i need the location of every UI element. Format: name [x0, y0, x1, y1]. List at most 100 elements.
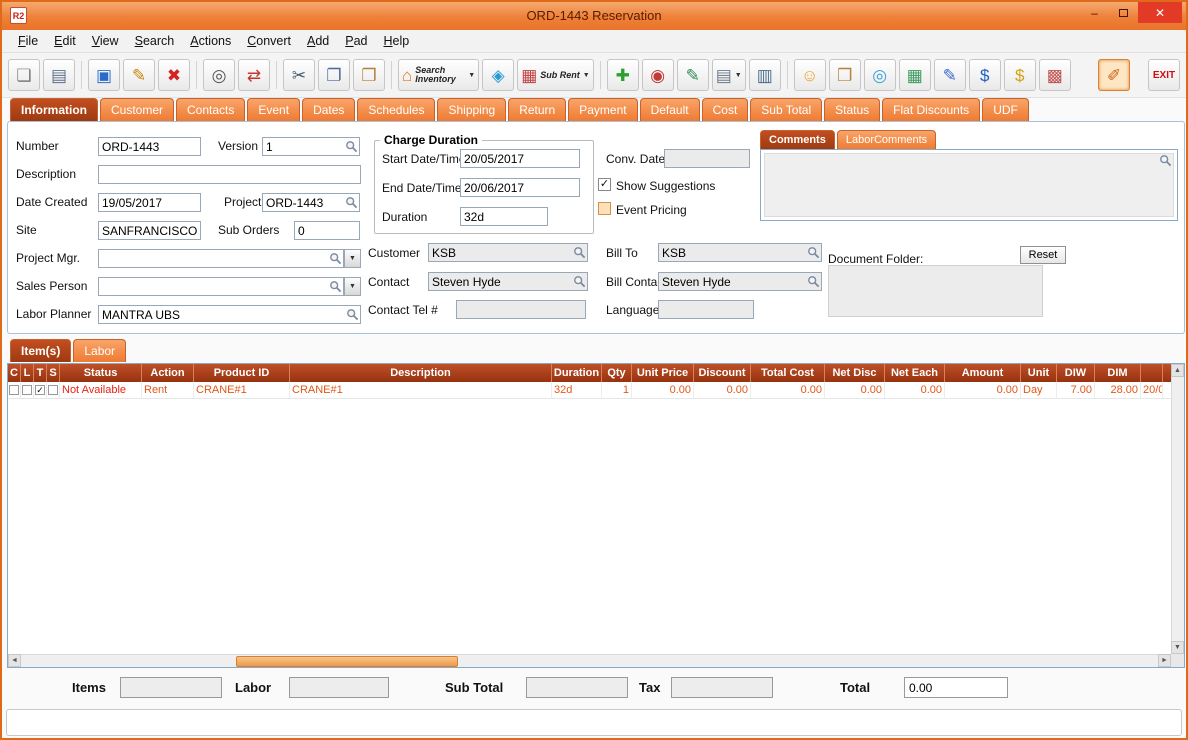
project-field[interactable]: ORD-1443	[262, 193, 360, 212]
bill-contact-field[interactable]: Steven Hyde	[658, 272, 822, 291]
column-header-discount[interactable]: Discount	[694, 364, 751, 382]
exit-button[interactable]: EXIT	[1148, 59, 1180, 91]
row-checkbox[interactable]: ✓	[35, 385, 45, 395]
column-header-description[interactable]: Description	[290, 364, 552, 382]
row-checkbox[interactable]	[9, 385, 19, 395]
maximize-button[interactable]	[1109, 2, 1138, 23]
menu-item-search[interactable]: Search	[127, 31, 183, 51]
search-icon[interactable]	[328, 280, 343, 293]
horizontal-scrollbar[interactable]: ◄ ►	[8, 654, 1171, 667]
sub-rent-button[interactable]: ▦ Sub Rent ▼	[517, 59, 594, 91]
label-printer-icon[interactable]: ▤ ▼	[711, 59, 746, 91]
sub-orders-field[interactable]: 0	[294, 221, 360, 240]
money-icon[interactable]: $	[1003, 59, 1036, 91]
column-header-dim[interactable]: DIM	[1095, 364, 1141, 382]
close-button[interactable]: ✕	[1138, 2, 1182, 23]
bill-to-field[interactable]: KSB	[658, 243, 822, 262]
add-icon[interactable]: ✚	[606, 59, 639, 91]
chevron-down-icon[interactable]: ▼	[468, 72, 475, 79]
disc-icon[interactable]: ◎	[863, 59, 896, 91]
event-pricing-checkbox[interactable]	[598, 202, 611, 215]
site-field[interactable]: SANFRANCISCO	[98, 221, 201, 240]
column-header-qty[interactable]: Qty	[602, 364, 632, 382]
scroll-up-icon[interactable]: ▲	[1171, 364, 1184, 377]
menu-item-pad[interactable]: Pad	[337, 31, 375, 51]
number-field[interactable]: ORD-1443	[98, 137, 201, 156]
labor-total-field[interactable]	[289, 677, 389, 698]
smiley-icon[interactable]: ☺	[793, 59, 826, 91]
chevron-down-icon[interactable]: ▼	[583, 72, 590, 79]
edit-icon[interactable]: ✎	[123, 59, 155, 91]
column-header-l[interactable]: L	[21, 364, 34, 382]
subtotal-field[interactable]	[526, 677, 628, 698]
tab-information[interactable]: Information	[10, 98, 98, 121]
project-mgr-dropdown[interactable]: ▼	[344, 249, 361, 268]
start-date-field[interactable]: 20/05/2017	[460, 149, 580, 168]
binoculars-icon[interactable]: ◎	[203, 59, 235, 91]
search-icon[interactable]	[806, 246, 821, 259]
wand-icon[interactable]: ✐	[1098, 59, 1130, 91]
search-icon[interactable]	[344, 140, 359, 153]
search-icon[interactable]	[572, 275, 587, 288]
comments-textarea[interactable]	[764, 153, 1174, 217]
print-icon[interactable]: ▤	[43, 59, 75, 91]
contact-tel-field[interactable]	[456, 300, 586, 319]
search-icon[interactable]	[806, 275, 821, 288]
row-checkbox[interactable]	[48, 385, 58, 395]
tab-event[interactable]: Event	[247, 98, 301, 121]
column-header-amount[interactable]: Amount	[945, 364, 1021, 382]
note-edit-icon[interactable]: ✎	[676, 59, 709, 91]
tab-customer[interactable]: Customer	[100, 98, 175, 121]
search-inventory-button[interactable]: ⌂ Search Inventory ▼	[398, 59, 480, 91]
reset-button[interactable]: Reset	[1020, 246, 1066, 264]
tab-labor[interactable]: Labor	[73, 339, 127, 362]
tab-comments[interactable]: Comments	[760, 130, 835, 149]
paste-icon[interactable]: ❒	[353, 59, 385, 91]
tab-udf[interactable]: UDF	[982, 98, 1029, 121]
description-field[interactable]	[98, 165, 361, 184]
menu-item-edit[interactable]: Edit	[46, 31, 84, 51]
tab-item-s[interactable]: Item(s)	[10, 339, 72, 362]
column-header-t[interactable]: T	[34, 364, 47, 382]
search-icon[interactable]	[328, 252, 343, 265]
new-document-icon[interactable]: ❏	[8, 59, 40, 91]
barcode-printer-icon[interactable]: ▥	[748, 59, 781, 91]
search-icon[interactable]	[572, 246, 587, 259]
column-header-action[interactable]: Action	[142, 364, 194, 382]
column-header-product-id[interactable]: Product ID	[194, 364, 290, 382]
table-row[interactable]: ✓ Not Available Rent CRANE#1 CRANE#1 32d 1 0.00…	[8, 382, 1171, 399]
show-suggestions-checkbox[interactable]: ✓	[598, 178, 611, 191]
dollar-export-icon[interactable]: $	[968, 59, 1001, 91]
droplet-icon[interactable]: ◈	[482, 59, 515, 91]
save-icon[interactable]: ▣	[88, 59, 120, 91]
document-folder-area[interactable]	[828, 265, 1043, 317]
tab-status[interactable]: Status	[824, 98, 881, 121]
column-header-c[interactable]: C	[8, 364, 21, 382]
column-header-s[interactable]: S	[47, 364, 60, 382]
copy-icon[interactable]: ❐	[318, 59, 350, 91]
package-icon[interactable]: ❒	[828, 59, 861, 91]
total-field[interactable]: 0.00	[904, 677, 1008, 698]
tab-contacts[interactable]: Contacts	[176, 98, 246, 121]
tab-flat-discounts[interactable]: Flat Discounts	[882, 98, 981, 121]
column-header-net-each[interactable]: Net Each	[885, 364, 945, 382]
menu-item-view[interactable]: View	[84, 31, 127, 51]
tab-default[interactable]: Default	[639, 98, 700, 121]
column-header-unit-price[interactable]: Unit Price	[632, 364, 694, 382]
notes-icon[interactable]: ✎	[933, 59, 966, 91]
menu-item-add[interactable]: Add	[299, 31, 337, 51]
cubes-icon[interactable]: ▦	[898, 59, 931, 91]
cart-icon[interactable]: ▩	[1038, 59, 1071, 91]
sales-person-dropdown[interactable]: ▼	[344, 277, 361, 296]
tab-payment[interactable]: Payment	[568, 98, 638, 121]
column-header-extra[interactable]	[1141, 364, 1163, 382]
horizontal-scroll-thumb[interactable]	[236, 656, 458, 667]
items-total-field[interactable]	[120, 677, 222, 698]
version-field[interactable]: 1	[262, 137, 360, 156]
tab-laborcomments[interactable]: LaborComments	[836, 130, 937, 149]
delete-icon[interactable]: ✖	[158, 59, 190, 91]
labor-planner-field[interactable]: MANTRA UBS	[98, 305, 361, 324]
language-field[interactable]	[658, 300, 754, 319]
duration-field[interactable]: 32d	[460, 207, 548, 226]
column-header-duration[interactable]: Duration	[552, 364, 602, 382]
